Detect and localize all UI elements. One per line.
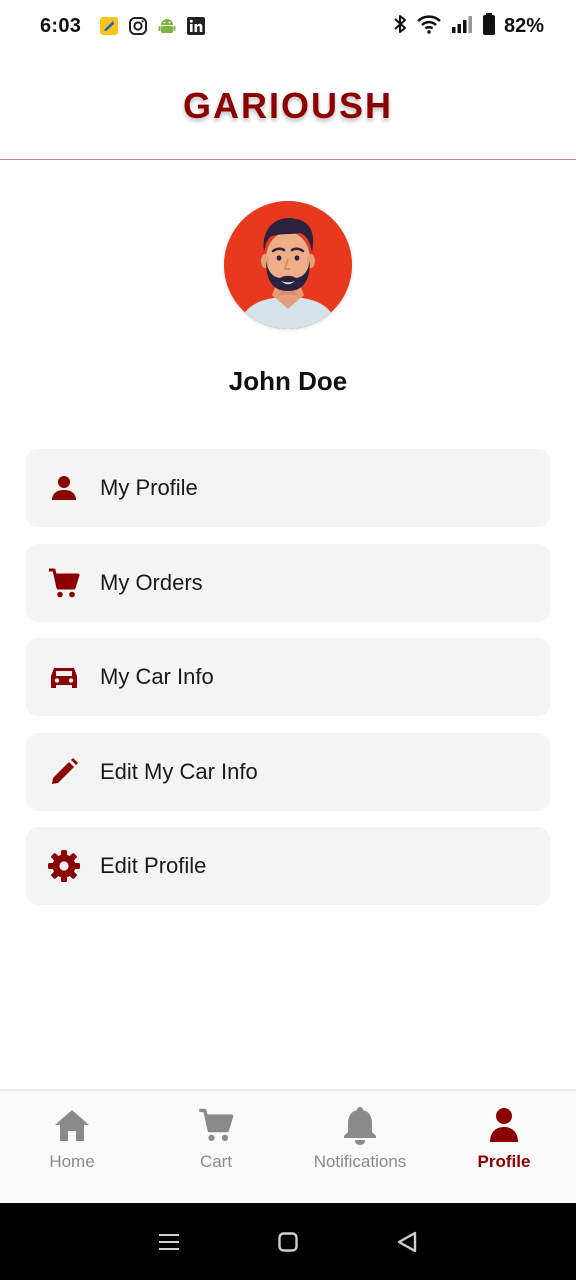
bell-icon (340, 1105, 380, 1145)
menu-item-edit-profile[interactable]: Edit Profile (26, 827, 550, 905)
nav-label: Notifications (313, 1152, 407, 1171)
nav-item-notifications[interactable]: Notifications (288, 1091, 432, 1203)
nav-item-home[interactable]: Home (0, 1091, 144, 1203)
home-square-icon[interactable] (268, 1222, 308, 1262)
menu-item-label: Edit Profile (100, 853, 207, 878)
nav-label: Cart (199, 1152, 233, 1171)
nav-item-profile[interactable]: Profile (432, 1091, 576, 1203)
bluetooth-icon (392, 13, 408, 40)
battery-percent: 82% (503, 14, 544, 37)
person-icon (484, 1105, 524, 1145)
nav-label: Home (49, 1152, 95, 1171)
instagram-icon (128, 16, 148, 36)
menu-item-my-orders[interactable]: My Orders (26, 543, 550, 622)
signal-icon (450, 13, 474, 40)
app-icon (99, 16, 119, 36)
car-icon (46, 659, 82, 695)
user-name: John Doe (228, 366, 348, 396)
battery-icon (482, 12, 496, 41)
menu-item-label: My Orders (100, 569, 203, 595)
bottom-nav: Home Cart Notifications Profile (0, 1089, 576, 1203)
status-left: 6:03 (40, 15, 206, 38)
status-time: 6:03 (40, 14, 82, 37)
status-bar: 6:03 82% (0, 0, 576, 52)
android-icon (157, 16, 177, 36)
menu-item-label: My Car Info (100, 664, 214, 689)
cart-icon (196, 1105, 236, 1145)
status-app-icons (99, 16, 206, 36)
gear-icon (46, 848, 82, 884)
menu-item-edit-my-car-info[interactable]: Edit My Car Info (26, 732, 550, 811)
nav-label: Profile (477, 1152, 531, 1171)
cart-icon (46, 565, 82, 601)
status-right: 82% (392, 12, 544, 41)
menu-item-label: Edit My Car Info (100, 758, 258, 784)
app-header: GARIOUSH (0, 52, 576, 160)
brand-title: GARIOUSH (182, 84, 393, 126)
nav-item-cart[interactable]: Cart (144, 1091, 288, 1203)
wifi-icon (416, 13, 442, 40)
recents-icon[interactable] (149, 1222, 189, 1262)
avatar-illustration (224, 201, 352, 329)
home-icon (52, 1105, 92, 1145)
profile-menu: My Profile My Orders My Car Info Edit My… (26, 449, 550, 922)
system-nav-bar (0, 1203, 576, 1280)
menu-item-my-profile[interactable]: My Profile (26, 449, 550, 527)
menu-item-my-car-info[interactable]: My Car Info (26, 638, 550, 716)
person-icon (46, 470, 82, 506)
pencil-icon (46, 754, 82, 790)
back-triangle-icon[interactable] (387, 1222, 427, 1262)
avatar[interactable] (224, 201, 352, 329)
linkedin-icon (186, 16, 206, 36)
menu-item-label: My Profile (100, 475, 198, 500)
